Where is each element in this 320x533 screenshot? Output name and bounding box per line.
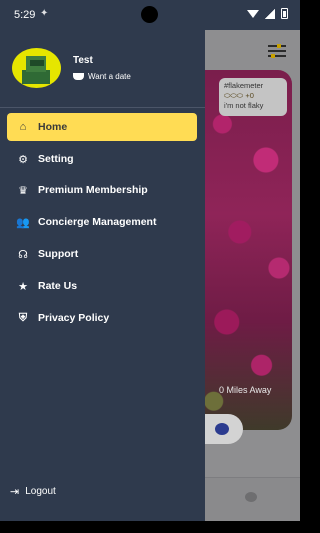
menu-item-setting[interactable]: ⚙ Setting	[7, 145, 197, 173]
navigation-drawer: Test Want a date ⌂ Home ⚙ Setting ♛ Prem…	[0, 30, 205, 521]
status-bar: 5:29 ✦	[0, 0, 300, 30]
crown-icon: ♛	[18, 184, 28, 197]
drawer-divider	[0, 107, 205, 108]
menu-item-label: Home	[38, 121, 68, 133]
users-icon: 👥	[16, 216, 30, 229]
home-icon: ⌂	[19, 121, 27, 133]
profile-card[interactable]: #flakemeter ⬭⬭⬭ +0 i'm not flaky 0 Miles…	[205, 70, 292, 430]
chat-button[interactable]	[205, 414, 243, 444]
flakemeter-value: +0	[245, 91, 254, 100]
profile-status-text: Want a date	[88, 72, 131, 81]
status-time: 5:29	[14, 9, 36, 21]
chat-icon	[215, 423, 229, 435]
menu-item-label: Setting	[38, 153, 74, 165]
signal-icon	[265, 8, 275, 19]
system-nav-bar	[0, 521, 300, 533]
avatar[interactable]	[12, 48, 61, 88]
wifi-icon	[247, 9, 259, 18]
logout-label: Logout	[25, 485, 56, 497]
background-app: #flakemeter ⬭⬭⬭ +0 i'm not flaky 0 Miles…	[205, 30, 300, 521]
flakemeter-rating: ⬭⬭⬭ +0	[224, 91, 254, 100]
menu-item-support[interactable]: ☊ Support	[7, 240, 197, 268]
profile-status: Want a date	[73, 72, 131, 81]
star-icon: ★	[18, 280, 28, 293]
menu-item-label: Support	[38, 248, 79, 260]
app-header	[205, 30, 300, 70]
menu-item-label: Privacy Policy	[38, 312, 110, 324]
menu-item-label: Concierge Management	[38, 216, 157, 228]
message-icon[interactable]	[245, 492, 257, 502]
coffee-cup-icon	[73, 73, 84, 80]
logout-button[interactable]: ⇥ Logout	[10, 481, 56, 501]
menu-item-rate-us[interactable]: ★ Rate Us	[7, 272, 197, 300]
battery-icon	[281, 8, 288, 19]
distance-label: 0 Miles Away	[219, 385, 272, 395]
flakemeter-box: #flakemeter ⬭⬭⬭ +0 i'm not flaky	[219, 78, 287, 116]
gear-icon: ⚙	[18, 153, 28, 166]
flakemeter-caption: i'm not flaky	[224, 101, 264, 110]
camera-cutout	[141, 6, 158, 23]
shield-icon: ⛨	[18, 311, 28, 324]
menu-item-label: Premium Membership	[38, 184, 148, 196]
menu-item-label: Rate Us	[38, 280, 78, 292]
profile-name: Test	[73, 55, 93, 66]
filter-icon[interactable]	[268, 44, 286, 58]
menu-item-privacy-policy[interactable]: ⛨ Privacy Policy	[7, 304, 197, 332]
headset-icon: ☊	[18, 248, 28, 261]
vpn-icon: ✦	[40, 8, 49, 19]
menu-item-premium-membership[interactable]: ♛ Premium Membership	[7, 176, 197, 204]
flakemeter-tag: #flakemeter	[224, 81, 264, 90]
bottom-bar	[205, 477, 300, 521]
logout-icon: ⇥	[10, 485, 20, 498]
menu-item-home[interactable]: ⌂ Home	[7, 113, 197, 141]
menu-item-concierge-management[interactable]: 👥 Concierge Management	[7, 208, 197, 236]
